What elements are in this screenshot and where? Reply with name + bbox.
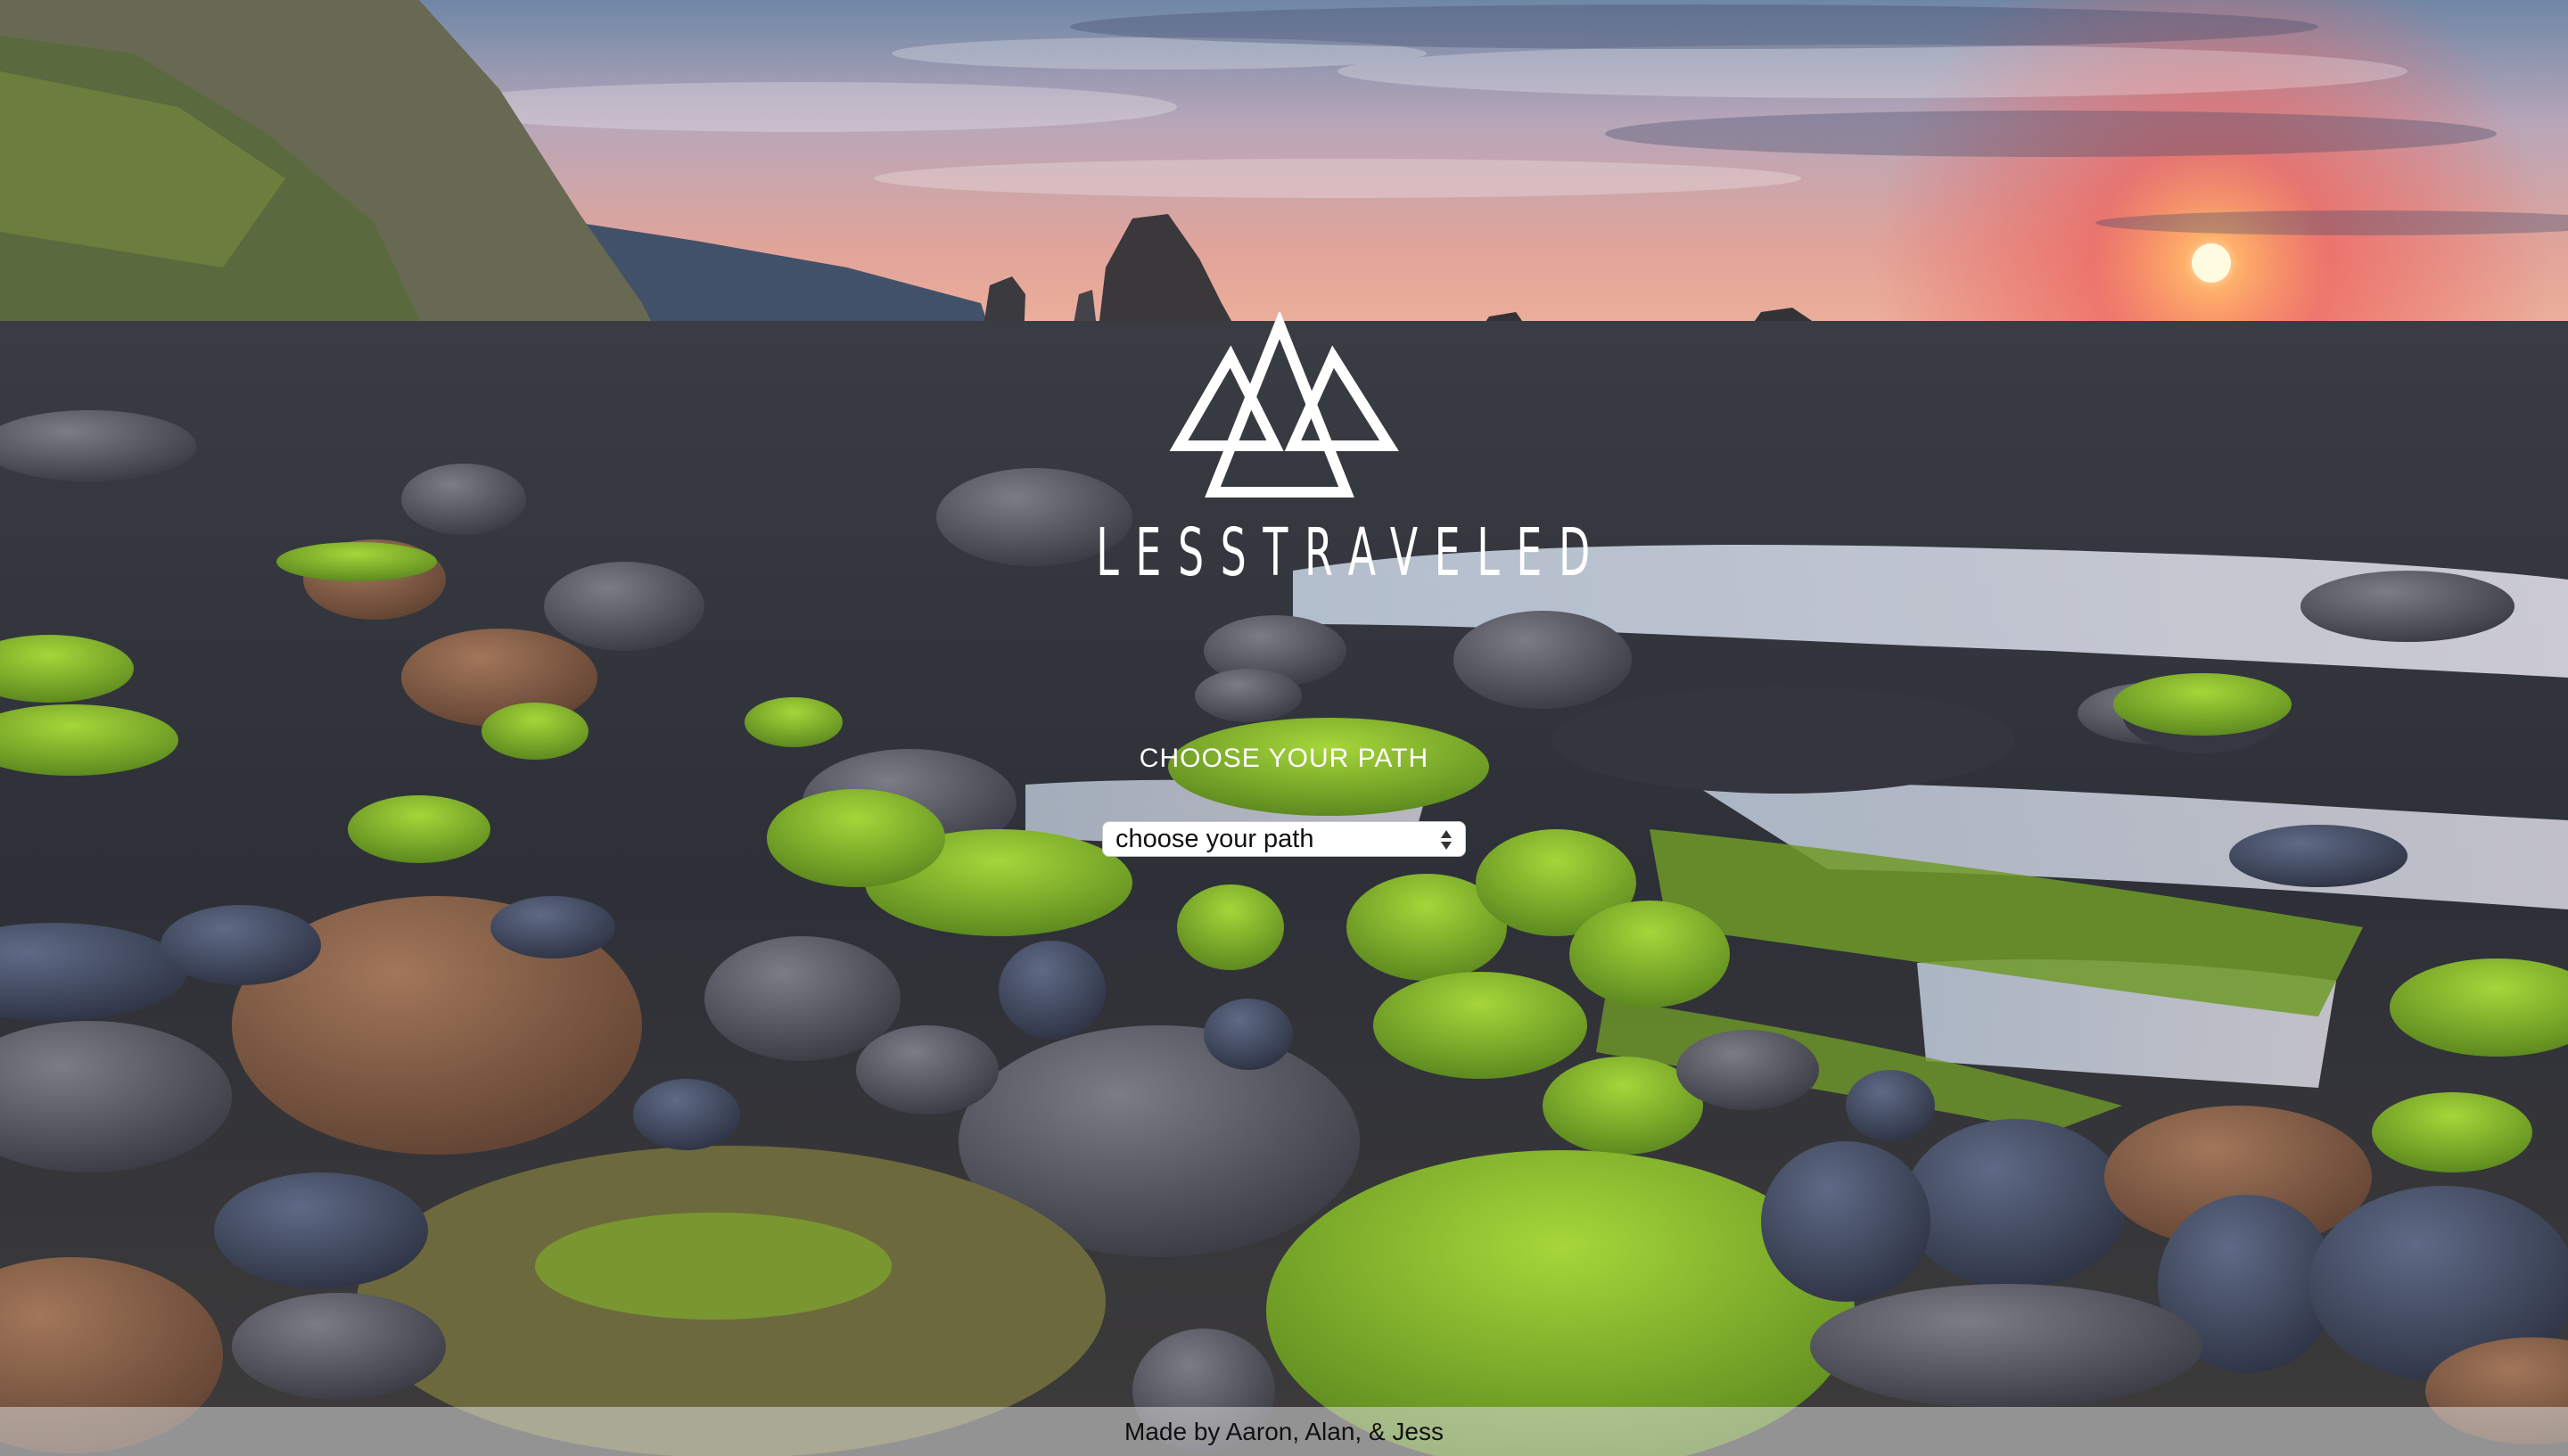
choose-path-select-value: choose your path: [1115, 825, 1314, 853]
brand-wordmark: LESSTRAVELED: [1096, 514, 1607, 591]
footer: Made by Aaron, Alan, & Jess: [0, 1407, 2568, 1456]
triple-triangle-logo-icon: [1169, 312, 1399, 498]
background-photo: [0, 0, 2568, 1456]
footer-credits: Made by Aaron, Alan, & Jess: [1124, 1418, 1444, 1445]
choose-path-heading: CHOOSE YOUR PATH: [1139, 744, 1429, 773]
choose-path-select[interactable]: choose your path: [1102, 821, 1466, 857]
select-arrows-icon: [1441, 830, 1452, 850]
landing-page: LESSTRAVELED CHOOSE YOUR PATH choose you…: [0, 0, 2568, 1456]
